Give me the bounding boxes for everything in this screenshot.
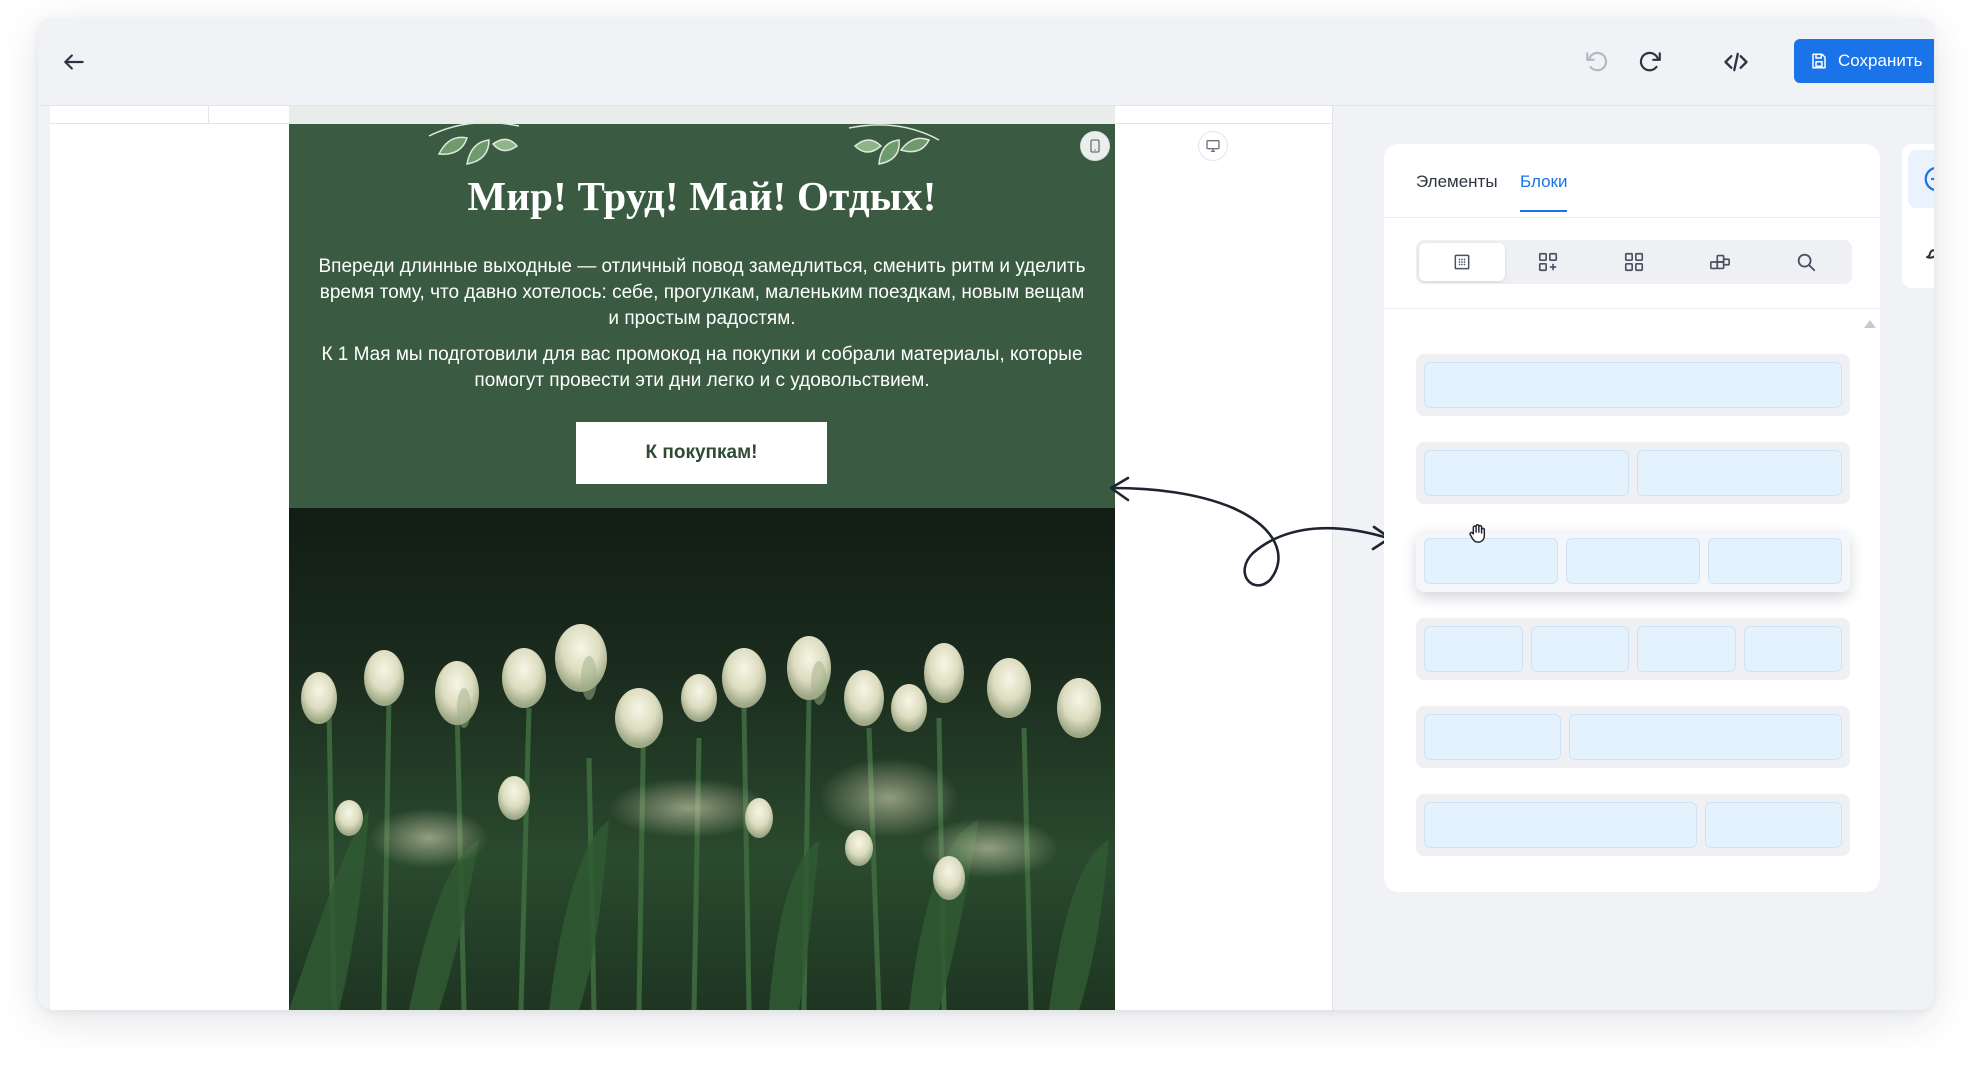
layout-cell: [1637, 626, 1736, 672]
layout-2-1-columns[interactable]: [1416, 794, 1850, 856]
grid-dotted-icon: [1454, 254, 1470, 270]
layout-1-column[interactable]: [1416, 354, 1850, 416]
layout-cell: [1704, 802, 1842, 848]
panel-divider: [1384, 308, 1880, 309]
layout-cell: [1424, 626, 1523, 672]
layout-cell: [1569, 714, 1842, 760]
scroll-up-arrow[interactable]: [1864, 320, 1876, 328]
layout-cell: [1743, 626, 1842, 672]
layout-1-2-columns[interactable]: [1416, 706, 1850, 768]
layout-cell: [1566, 538, 1700, 584]
grid-add-icon: [1538, 252, 1558, 272]
layout-filter-segments: [1416, 240, 1852, 284]
grid-four-icon: [1624, 252, 1644, 272]
add-content-button[interactable]: [1908, 150, 1934, 208]
layout-cell: [1424, 362, 1842, 408]
layout-4-columns[interactable]: [1416, 618, 1850, 680]
style-button[interactable]: [1908, 220, 1934, 278]
grab-hand-icon: [1469, 524, 1486, 543]
segment-empty[interactable]: [1419, 243, 1505, 281]
grid-stack-icon: [1710, 254, 1730, 270]
layout-cell: [1637, 450, 1842, 496]
plus-circle-icon: [1924, 166, 1934, 192]
layout-cell: [1424, 450, 1629, 496]
segment-grid[interactable]: [1591, 243, 1677, 281]
search-icon: [1797, 253, 1816, 272]
panel-tabs: Элементы Блоки: [1384, 144, 1880, 218]
layout-cell: [1530, 626, 1629, 672]
side-tools: [1902, 144, 1934, 288]
tab-elements[interactable]: Элементы: [1416, 172, 1498, 210]
brush-icon: [1926, 249, 1934, 259]
layout-cell: [1424, 802, 1697, 848]
blocks-panel: Элементы Блоки: [1384, 144, 1880, 892]
tab-blocks[interactable]: Блоки: [1520, 172, 1568, 212]
layout-2-columns[interactable]: [1416, 442, 1850, 504]
layout-cell: [1424, 538, 1558, 584]
segment-search[interactable]: [1763, 243, 1849, 281]
layout-cell: [1424, 714, 1562, 760]
editor-window: Сохранить Мир! Труд! Май! Отдых! Впереди…: [38, 18, 1934, 1010]
segment-stack[interactable]: [1677, 243, 1763, 281]
segment-add[interactable]: [1505, 243, 1591, 281]
layout-cell: [1708, 538, 1842, 584]
